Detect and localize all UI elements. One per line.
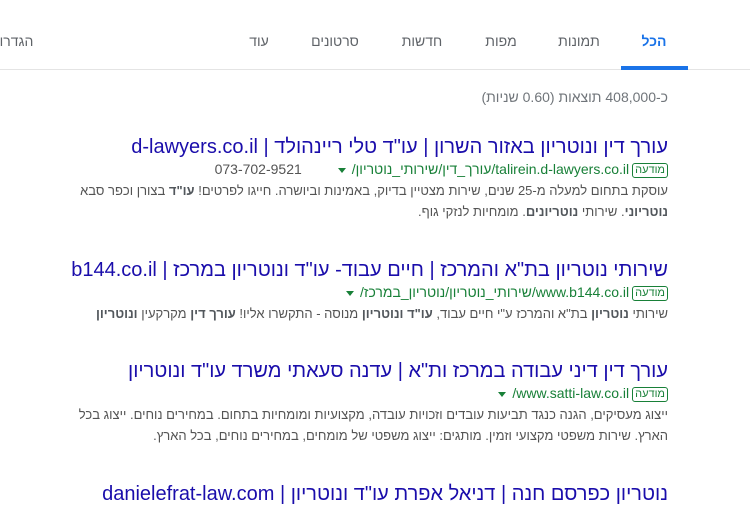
- active-tab-indicator: [621, 66, 688, 70]
- result-stats: כ-408,000 תוצאות (0.60 שניות): [481, 89, 668, 105]
- result-url-line: מודעהtalirein.d-lawyers.co.il/עורך_דין/ש…: [0, 160, 668, 178]
- snippet-highlight: נוטריונים: [525, 204, 579, 219]
- snippet-text: מקרקעין: [137, 306, 191, 321]
- result-url-line: מודעהwww.satti-law.co.il/: [0, 384, 668, 402]
- tab-news[interactable]: חדשות: [402, 33, 443, 49]
- tab-images[interactable]: תמונות: [558, 33, 600, 49]
- result-snippet: ייצוג מעסיקים, הגנה כנגד תביעות עובדים ו…: [0, 404, 668, 446]
- search-tabs-bar: הכל תמונות מפות חדשות סרטונים עוד הגדרות: [0, 0, 750, 70]
- snippet-highlight: עורך דין: [190, 306, 236, 321]
- snippet-line: שירותי נוטריון בת"א והמרכז ע"י חיים עבוד…: [0, 303, 668, 324]
- snippet-text: . מומחיות לנזקי גוף.: [418, 204, 526, 219]
- snippet-line: ייצוג מעסיקים, הגנה כנגד תביעות עובדים ו…: [0, 404, 668, 425]
- snippet-line: נוטריוני. שירותי נוטריונים. מומחיות לנזק…: [0, 201, 668, 222]
- ad-badge: מודעה: [632, 162, 668, 178]
- snippet-text: בצורן וכפר סבא: [80, 183, 169, 198]
- tab-more[interactable]: עוד: [249, 33, 269, 49]
- snippet-text: עוסקת בתחום למעלה מ-25 שנים, שירות מצטיי…: [194, 183, 668, 198]
- ad-badge: מודעה: [632, 285, 668, 301]
- snippet-highlight: עו"ד ונוטריון: [361, 306, 433, 321]
- snippet-highlight: נוטריוני: [624, 204, 668, 219]
- ad-badge: מודעה: [632, 386, 668, 402]
- tab-all[interactable]: הכל: [642, 33, 667, 49]
- result-title-link[interactable]: עורך דין דיני עבודה במרכז ות"א | עדנה סע…: [0, 359, 668, 383]
- snippet-text: בת"א והמרכז ע"י חיים עבוד,: [432, 306, 592, 321]
- tab-videos[interactable]: סרטונים: [311, 33, 359, 49]
- chevron-down-icon[interactable]: [498, 391, 507, 397]
- snippet-text: שירותי: [628, 306, 668, 321]
- result-snippet: שירותי נוטריון בת"א והמרכז ע"י חיים עבוד…: [0, 303, 668, 324]
- search-result: עורך דין ונוטריון באזור השרון | עו"ד טלי…: [0, 135, 668, 222]
- snippet-highlight: נוטריון: [591, 306, 629, 321]
- tab-settings[interactable]: הגדרות: [0, 33, 33, 49]
- snippet-text: . שירותי: [578, 204, 625, 219]
- snippet-line: עוסקת בתחום למעלה מ-25 שנים, שירות מצטיי…: [0, 180, 668, 201]
- search-result: נוטריון כפרסם חנה | דניאל אפרת עו"ד ונוט…: [0, 482, 668, 506]
- tab-maps[interactable]: מפות: [485, 33, 516, 49]
- chevron-down-icon[interactable]: [337, 167, 346, 173]
- result-snippet: עוסקת בתחום למעלה מ-25 שנים, שירות מצטיי…: [0, 180, 668, 222]
- chevron-down-icon[interactable]: [346, 290, 355, 296]
- snippet-highlight: עו"ד: [168, 183, 195, 198]
- result-url[interactable]: www.satti-law.co.il/: [512, 385, 629, 401]
- search-result: עורך דין דיני עבודה במרכז ות"א | עדנה סע…: [0, 359, 668, 446]
- snippet-text: מנוסה - התקשרו אליו!: [235, 306, 362, 321]
- result-url[interactable]: talirein.d-lawyers.co.il/עורך_דין/שירותי…: [352, 161, 629, 177]
- result-title-link[interactable]: עורך דין ונוטריון באזור השרון | עו"ד טלי…: [0, 135, 668, 159]
- result-url[interactable]: www.b144.co.il/שירותי_נוטריון/נוטריון_במ…: [360, 284, 629, 300]
- snippet-highlight: ונוטריון: [95, 306, 138, 321]
- snippet-text: הארץ. שירות משפטי מקצועי וזמין. מותגים: …: [153, 428, 668, 443]
- result-phone[interactable]: 073-702-9521: [215, 161, 302, 177]
- snippet-line: הארץ. שירות משפטי מקצועי וזמין. מותגים: …: [0, 425, 668, 446]
- result-title-link[interactable]: שירותי נוטריון בת"א והמרכז | חיים עבוד- …: [0, 258, 668, 282]
- search-result: שירותי נוטריון בת"א והמרכז | חיים עבוד- …: [0, 258, 668, 324]
- result-title-link[interactable]: נוטריון כפרסם חנה | דניאל אפרת עו"ד ונוט…: [0, 482, 668, 506]
- result-url-line: מודעהwww.b144.co.il/שירותי_נוטריון/נוטרי…: [0, 283, 668, 301]
- snippet-text: ייצוג מעסיקים, הגנה כנגד תביעות עובדים ו…: [78, 407, 668, 422]
